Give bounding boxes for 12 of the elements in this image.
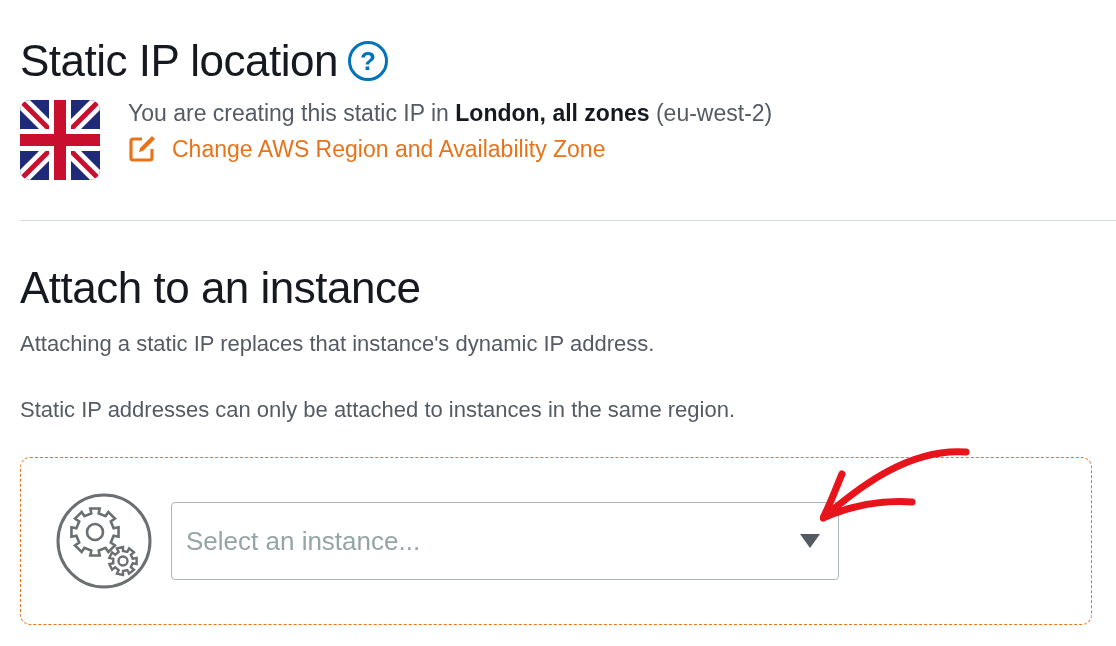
section-title: Static IP location (20, 36, 338, 86)
gears-icon (55, 492, 153, 590)
change-region-link[interactable]: Change AWS Region and Availability Zone (128, 135, 773, 163)
location-message: You are creating this static IP in London, all zones (eu-west-2) (128, 100, 773, 127)
caret-icon (800, 534, 820, 548)
section-title: Attach to an instance (20, 263, 422, 313)
instance-dropdown[interactable]: Select an instance... (171, 502, 839, 580)
edit-icon (128, 135, 156, 163)
flag-icon (20, 100, 100, 180)
help-button[interactable]: ? (347, 41, 388, 81)
description-text: Static IP addresses can only be attached to instances in the same region. (20, 397, 737, 423)
description-text: Attaching a static IP replaces that instance's dynamic IP address. (20, 331, 656, 357)
